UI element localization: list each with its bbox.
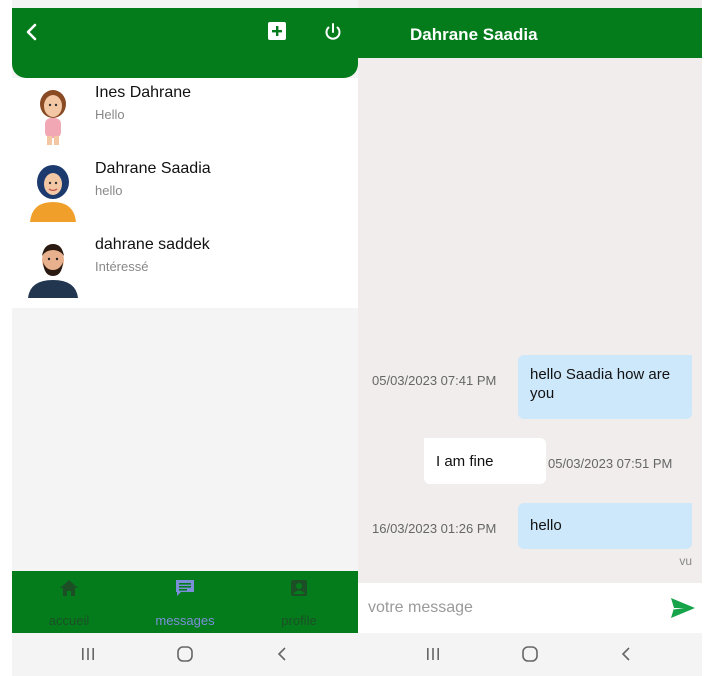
home-icon (60, 580, 78, 596)
contact-name: Ines Dahrane (95, 84, 192, 101)
chat-screen: Dahrane Saadia 05/03/2023 07:41 PM hello… (358, 0, 702, 676)
contact-item[interactable]: dahrane saddek Intéressé (12, 230, 358, 306)
contact-last-message: hello (95, 183, 123, 198)
message-composer (358, 583, 702, 633)
contact-list: Ines Dahrane Hello Dahrane Saadia hello (12, 78, 358, 308)
message-input[interactable] (368, 594, 658, 622)
sent-message-bubble: hello Saadia how are you (518, 355, 692, 419)
seen-status: vu (679, 554, 692, 568)
nav-item-profile[interactable]: profile (244, 571, 354, 633)
recent-apps-icon[interactable] (79, 645, 97, 663)
system-navigation-bar (12, 633, 358, 676)
send-icon[interactable] (670, 596, 696, 620)
bottom-navigation: accueil messages profile (12, 571, 358, 633)
man-avatar-icon (28, 244, 78, 298)
nav-label: profile (281, 613, 317, 628)
chat-title: Dahrane Saadia (410, 25, 538, 44)
nav-label: accueil (48, 613, 90, 628)
recent-apps-icon[interactable] (424, 645, 442, 663)
woman-avatar-icon (30, 165, 76, 222)
nav-item-accueil[interactable]: accueil (14, 571, 124, 633)
power-icon[interactable] (322, 21, 344, 43)
sent-message-bubble: hello (518, 503, 692, 549)
message-timestamp: 05/03/2023 07:41 PM (372, 373, 497, 388)
contact-last-message: Intéressé (95, 259, 149, 274)
chat-header: Dahrane Saadia (358, 8, 702, 58)
home-circle-icon[interactable] (176, 645, 194, 663)
profile-icon (291, 580, 307, 596)
message-timestamp: 05/03/2023 07:51 PM (548, 456, 673, 471)
nav-item-messages[interactable]: messages (130, 571, 240, 633)
system-navigation-bar (358, 633, 702, 676)
conversations-header (12, 8, 358, 78)
back-chevron-icon[interactable] (274, 645, 292, 663)
message-icon (176, 580, 194, 596)
message-timestamp: 16/03/2023 01:26 PM (372, 521, 497, 536)
received-message-bubble: I am fine (424, 438, 546, 484)
nav-label: messages (155, 613, 215, 628)
woman-avatar-icon (40, 90, 66, 145)
plus-square-icon[interactable] (268, 22, 286, 40)
contact-name: dahrane saddek (95, 236, 210, 253)
contact-last-message: Hello (95, 107, 125, 122)
contact-name: Dahrane Saadia (95, 160, 211, 177)
contact-item[interactable]: Ines Dahrane Hello (12, 78, 358, 154)
conversations-screen: Ines Dahrane Hello Dahrane Saadia hello (12, 0, 358, 676)
back-chevron-icon[interactable] (618, 645, 636, 663)
app-screen: Ines Dahrane Hello Dahrane Saadia hello (0, 0, 706, 676)
home-circle-icon[interactable] (521, 645, 539, 663)
contact-item[interactable]: Dahrane Saadia hello (12, 154, 358, 230)
back-arrow-icon[interactable] (22, 22, 42, 42)
